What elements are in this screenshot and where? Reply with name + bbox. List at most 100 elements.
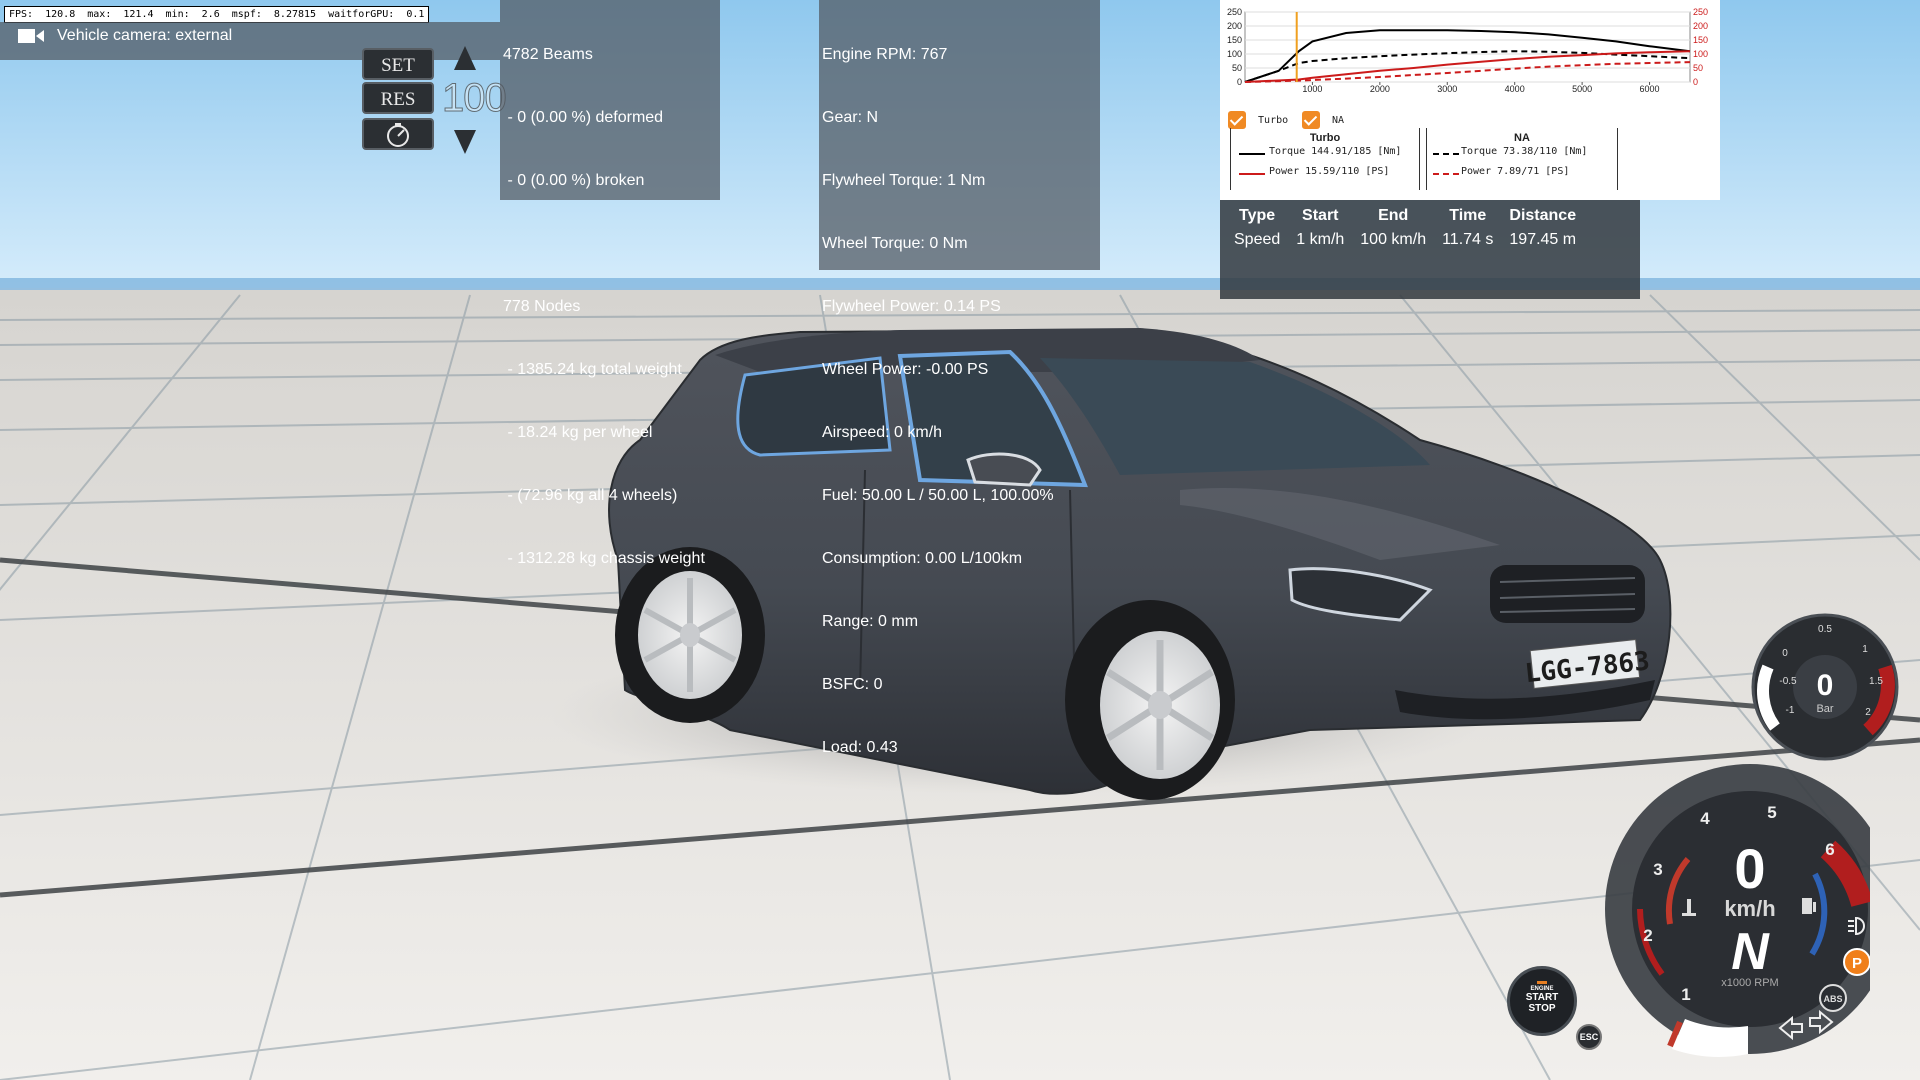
start-stop-line: START [1525,992,1559,1003]
rpm-unit: x1000 RPM [1721,977,1778,989]
y-tick-left: 150 [1227,35,1242,45]
x-tick-label: 1000 [1302,84,1322,94]
turbo-checkbox[interactable]: Turbo [1228,111,1288,129]
engine-start-stop-button[interactable]: ENGINE START STOP [1507,966,1577,1036]
dashed-red-line-icon [1433,173,1459,175]
turbo-power-readout: Power 15.59/110 [PS] [1269,166,1390,177]
checkbox-checked-icon [1302,111,1320,129]
boost-tick: 2 [1865,707,1871,718]
rpm-tick: 6 [1825,840,1834,859]
engine-line: Load: 0.43 [822,739,898,756]
na-torque-readout: Torque 73.38/110 [Nm] [1461,146,1588,157]
speed-value: 0 [1734,837,1765,900]
table-header: Start [1302,207,1339,224]
turbo-torque-readout: Torque 144.91/185 [Nm] [1269,146,1402,157]
boost-tick: 1.5 [1869,676,1883,687]
series-line [1244,61,1691,83]
rpm-tick: 4 [1700,809,1710,828]
parking-label: P [1852,955,1862,972]
boost-tick: 1 [1862,644,1868,655]
y-tick-left: 100 [1227,49,1242,59]
boost-tick: -0.5 [1779,676,1797,687]
table-header: Distance [1509,207,1577,224]
y-tick-right: 0 [1693,77,1698,87]
cruise-set-button[interactable]: SET [362,48,434,80]
beams-line: - (72.96 kg all 4 wheels) [503,487,678,504]
beams-line: - 1312.28 kg chassis weight [503,550,705,567]
y-tick-left: 50 [1232,63,1242,73]
cruise-target-speed: 100 [442,76,508,121]
parking-brake-icon: P [1843,948,1870,976]
engine-line: Gear: N [822,109,879,126]
engine-info-panel: Engine RPM: 767 Gear: N Flywheel Torque:… [819,0,1100,756]
boost-tick: -1 [1786,705,1795,716]
na-legend-title: NA [1514,132,1530,144]
x-tick-label: 4000 [1505,84,1525,94]
beams-line: - 0 (0.00 %) broken [503,172,645,189]
fps-counter: FPS: 120.8 max: 121.4 min: 2.6 mspf: 8.2… [4,6,430,23]
engine-line: Engine RPM: 767 [822,46,948,63]
status-led-icon [1537,981,1547,984]
turbo-legend-box: Turbo Torque 144.91/185 [Nm] Power 15.59… [1230,128,1420,190]
rpm-tick: 1 [1681,985,1690,1004]
cruise-speed-down-icon[interactable] [452,128,478,156]
beams-line: 4782 Beams [503,46,593,63]
dashed-black-line-icon [1433,153,1459,155]
cruise-resume-button[interactable]: RES [362,82,434,114]
video-camera-icon [18,29,44,43]
x-tick-label: 3000 [1437,84,1457,94]
boost-value: 0 [1817,669,1834,702]
beams-line: 778 Nodes [503,298,581,315]
y-tick-right: 50 [1693,63,1703,73]
engine-line: Flywheel Torque: 1 Nm [822,172,986,189]
na-checkbox[interactable]: NA [1302,111,1344,129]
torque-curve-chart: 250 250200 200150 150100 10050 500 01000 2000 30… [1227,7,1708,94]
engine-line: Wheel Power: -0.00 PS [822,361,989,378]
turbo-checkbox-label: Turbo [1258,115,1289,126]
table-cell: Speed [1234,231,1281,248]
table-header: End [1378,207,1409,224]
acceleration-timer-panel: Type Start End Time Distance Speed 1 km/… [1220,200,1640,299]
boost-tick: 0.5 [1818,624,1832,635]
rpm-tick: 2 [1643,926,1652,945]
table-header: Time [1449,207,1487,224]
beams-line: - 18.24 kg per wheel [503,424,653,441]
esc-button[interactable]: ESC [1576,1024,1602,1050]
turbo-boost-gauge: 0.5 1 1.5 2 -0.5 0 -1 0 Bar [1751,613,1899,761]
table-cell: 11.74 s [1442,231,1494,248]
beams-line: - 0 (0.00 %) deformed [503,109,664,126]
na-checkbox-label: NA [1332,115,1345,126]
table-cell: 100 km/h [1360,231,1427,248]
engine-line: Range: 0 mm [822,613,919,630]
y-tick-left: 200 [1227,21,1242,31]
table-header: Type [1239,207,1276,224]
y-tick-right: 250 [1693,7,1708,17]
solid-red-line-icon [1239,173,1265,175]
y-tick-left: 250 [1227,7,1242,17]
cruise-speed-up-icon[interactable] [452,44,478,72]
beams-line: - 1385.24 kg total weight [503,361,682,378]
engine-line: Airspeed: 0 km/h [822,424,943,441]
start-stop-line: STOP [1528,1003,1556,1014]
y-tick-right: 150 [1693,35,1708,45]
speed-unit: km/h [1724,896,1775,921]
speedometer-icon [387,123,409,147]
y-tick-right: 100 [1693,49,1708,59]
cruise-control: SET RES 100 [362,44,507,156]
camera-mode-label: Vehicle camera: external [57,27,233,44]
gear-indicator: N [1731,923,1770,981]
x-tick-label: 5000 [1572,84,1592,94]
table-cell: 1 km/h [1296,231,1345,248]
engine-line: BSFC: 0 [822,676,883,693]
table-row: Speed 1 km/h 100 km/h 11.74 s 197.45 m [1226,228,1584,252]
engine-line: Fuel: 50.00 L / 50.00 L, 100.00% [822,487,1054,504]
cruise-toggle-button[interactable] [362,118,434,150]
y-tick-right: 200 [1693,21,1708,31]
na-power-readout: Power 7.89/71 [PS] [1461,166,1570,177]
boost-tick: 0 [1782,648,1788,659]
abs-icon: ABS [1819,984,1847,1012]
solid-black-line-icon [1239,153,1265,155]
boost-unit: Bar [1816,703,1833,715]
speedometer-gauge: 1 2 3 4 5 6 0 km/h N x1000 RPM P ABS [1605,764,1870,1057]
engine-line: Wheel Torque: 0 Nm [822,235,968,252]
